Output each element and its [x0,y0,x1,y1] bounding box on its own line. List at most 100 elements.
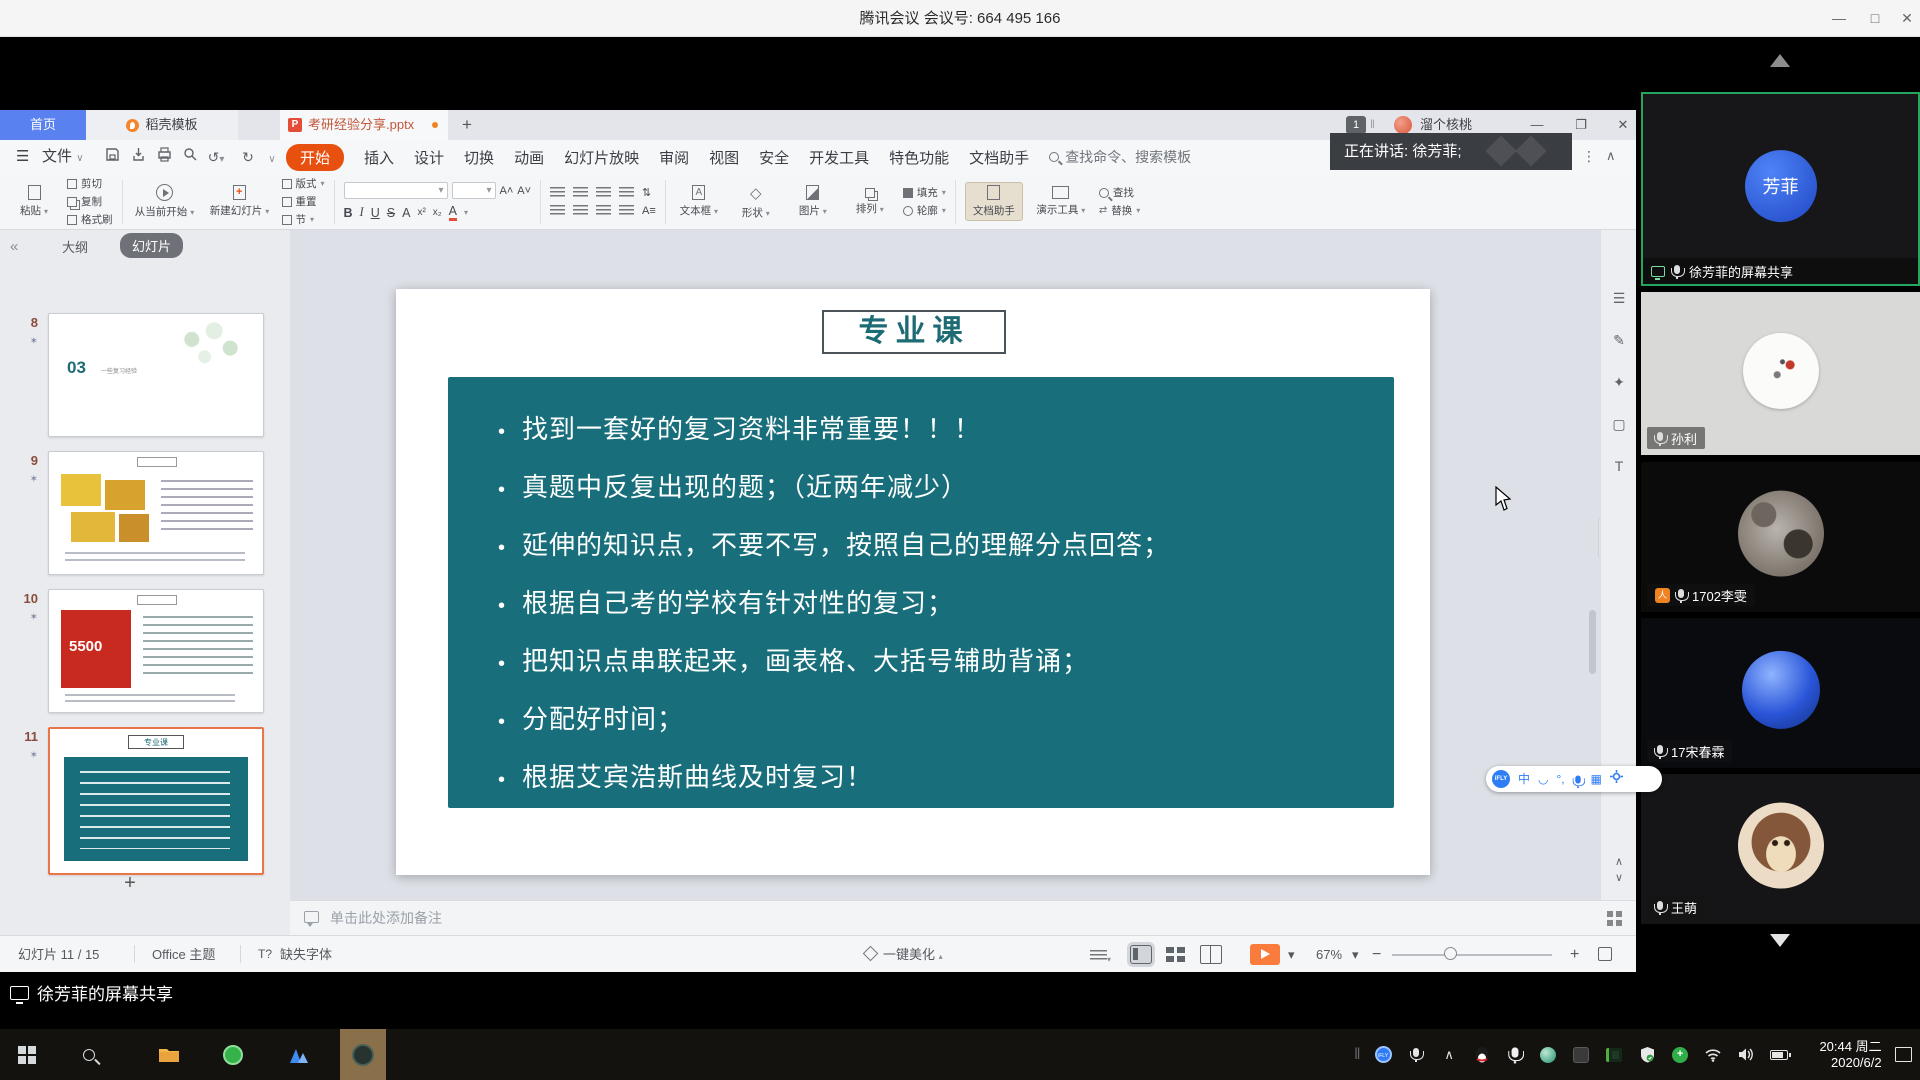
slide-8-thumbnail[interactable]: 03 一些复习经验 [48,313,264,437]
nvidia-tray-icon[interactable] [1598,1048,1631,1062]
ifly-logo[interactable]: iFLY [1492,770,1510,788]
maximize-button[interactable]: □ [1858,0,1892,37]
collapse-ribbon-icon[interactable]: ∧ [1606,148,1616,164]
tab-home[interactable]: 首页 [0,110,86,140]
canvas-scrollbar[interactable] [1589,610,1596,674]
antivirus-tray-icon[interactable]: + [1664,1047,1697,1063]
voice-tray-icon[interactable] [1499,1048,1532,1061]
indent-icon[interactable] [596,205,611,217]
qq-tray-icon[interactable] [1466,1046,1499,1064]
slide-10-thumbnail[interactable]: 5500 [48,589,264,713]
undo-icon[interactable]: ↺▾ [206,147,226,167]
menu-file[interactable]: 文件 ∨ [42,140,84,174]
paste-button[interactable]: 粘贴 ▾ [10,185,58,218]
layout-button[interactable]: 版式 ▾ [282,176,325,191]
doc-assistant-button[interactable]: 文档助手 [965,182,1023,221]
menu-design[interactable]: 设计 [414,147,444,168]
tab-outline[interactable]: 大纲 [62,237,88,256]
wps-close-button[interactable]: ✕ [1606,110,1640,140]
notes-bar[interactable]: 单击此处添加备注 [290,900,1636,935]
theme-name[interactable]: Office 主题 [152,936,215,973]
scroll-participants-up[interactable] [1770,54,1790,67]
reset-button[interactable]: 重置 [282,194,325,209]
fullscreen-icon[interactable] [1598,947,1612,961]
taskbar-search-button[interactable] [66,1029,112,1080]
file-explorer-button[interactable] [146,1029,192,1080]
animation-pane-icon[interactable]: ✎ [1601,332,1637,356]
collapse-panel-icon[interactable]: « [10,238,18,255]
picture-button[interactable]: 图片 ▾ [789,185,837,218]
italic-button[interactable]: I [360,205,364,220]
menu-animation[interactable]: 动画 [514,147,544,168]
taskbar-clock[interactable]: 20:44 周二 2020/6/2 [1796,1039,1882,1071]
align-left-icon[interactable] [550,187,565,199]
outline-button[interactable]: 轮廓 ▾ [903,203,946,218]
participant-tile[interactable]: 人 1702李雯 [1641,462,1920,612]
halfwidth-icon[interactable]: ◡ [1538,766,1548,792]
shapes-button[interactable]: ◇ 形状 ▾ [732,184,780,220]
participant-tile[interactable]: 王萌 [1641,774,1920,924]
slide-9-thumbnail[interactable] [48,451,264,575]
app-dark-tray-icon[interactable] [1565,1047,1598,1063]
docs-count-badge[interactable]: 1 [1346,116,1366,134]
shrink-font-button[interactable]: A˅ [517,185,531,197]
app-globe-tray-icon[interactable] [1532,1047,1565,1063]
justify-icon[interactable] [619,187,634,199]
text-tool-icon[interactable]: T [1601,458,1637,482]
effects-icon[interactable]: ✦ [1601,374,1637,398]
command-search[interactable]: 查找命令、搜索模板 [1049,147,1191,167]
save-icon[interactable] [102,147,122,167]
action-center-button[interactable] [1882,1047,1920,1062]
new-slide-button[interactable]: 新建幻灯片 ▾ [207,185,273,218]
slide-11-thumbnail-selected[interactable]: 专业课 [48,727,264,875]
missing-font-label[interactable]: 缺失字体 [280,936,332,973]
shadow-button[interactable]: A [402,206,410,220]
participant-tile-sharer[interactable]: 芳菲 徐芳菲的屏幕共享 [1641,92,1920,286]
menu-insert[interactable]: 插入 [364,147,394,168]
play-from-current-button[interactable]: 从当前开始 ▾ [132,184,198,219]
export-icon[interactable] [128,147,148,167]
punctuation-icon[interactable]: °, [1557,766,1565,792]
hidden-icons-chevron[interactable]: ∧ [1433,1047,1466,1063]
background-icon[interactable]: ▢ [1601,416,1637,440]
start-button[interactable] [4,1029,50,1080]
add-slide-button[interactable]: + [110,872,150,895]
close-button[interactable]: ✕ [1894,0,1920,37]
more-menu-icon[interactable]: ⋮ [1582,148,1596,165]
hamburger-icon[interactable]: ☰ [16,140,29,174]
zoom-slider-thumb[interactable] [1444,947,1457,960]
volume-tray-icon[interactable] [1730,1047,1763,1062]
defender-tray-icon[interactable] [1631,1046,1664,1063]
number-list-icon[interactable] [573,205,588,217]
font-size-select[interactable]: ▾ [452,182,496,199]
zoom-in-button[interactable]: + [1570,936,1579,973]
battery-tray-icon[interactable] [1763,1050,1796,1060]
scroll-participants-down[interactable] [1770,934,1790,947]
line-spacing-button[interactable]: ⇅ [642,186,651,199]
copy-button[interactable]: 复制 [67,194,113,209]
slide-title[interactable]: 专业课 [822,310,1006,354]
tab-document[interactable]: P 考研经验分享.pptx [280,110,448,140]
menu-features[interactable]: 特色功能 [889,147,949,168]
replace-button[interactable]: ⇄替换 ▾ [1099,203,1140,218]
columns-icon[interactable] [619,205,634,217]
menu-devtools[interactable]: 开发工具 [809,147,869,168]
font-color-button[interactable]: A [449,204,457,221]
strike-button[interactable]: S [387,206,395,220]
format-painter-button[interactable]: 格式刷 [67,212,113,227]
play-slideshow-button[interactable] [1250,944,1280,965]
superscript-button[interactable]: x² [417,207,425,218]
menu-view[interactable]: 视图 [709,147,739,168]
find-button[interactable]: 查找 [1099,185,1140,200]
meeting-app-button-active[interactable] [340,1029,386,1080]
object-settings-icon[interactable]: ☰ [1601,290,1637,314]
align-center-icon[interactable] [573,187,588,199]
cut-button[interactable]: 剪切 [67,176,113,191]
align-right-icon[interactable] [596,187,611,199]
zoom-level[interactable]: 67% [1316,936,1342,973]
reading-view-button[interactable]: ▾ [1090,949,1111,967]
quickbar-expand-icon[interactable]: ∨ [262,147,282,167]
mic-tray-icon[interactable] [1400,1048,1433,1061]
text-direction-button[interactable]: A≡ [642,205,656,217]
present-tools-button[interactable]: 演示工具 ▾ [1032,186,1090,217]
